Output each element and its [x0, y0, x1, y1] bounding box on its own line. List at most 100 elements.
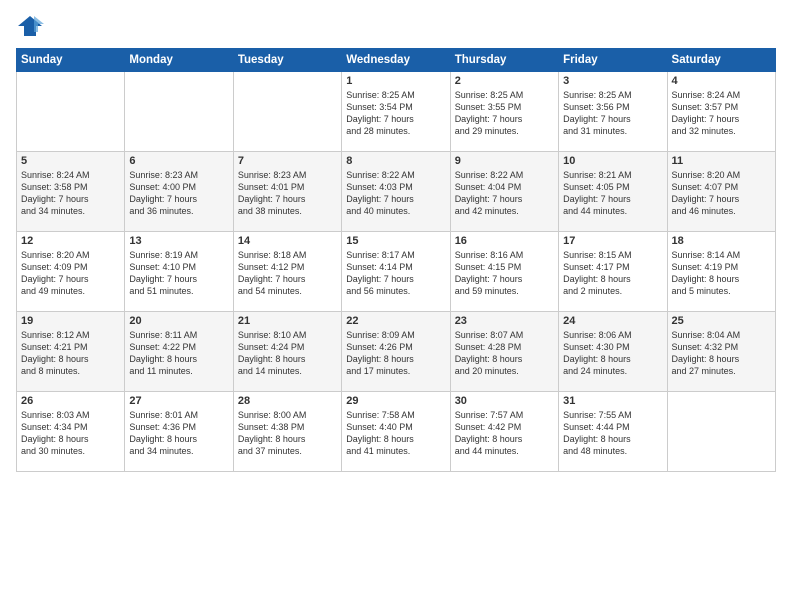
- day-number: 6: [129, 155, 228, 167]
- calendar-cell: 10 Sunrise: 8:21 AM Sunset: 4:05 PM Dayli…: [559, 152, 667, 232]
- calendar-cell: 12 Sunrise: 8:20 AM Sunset: 4:09 PM Dayli…: [17, 232, 125, 312]
- day-number: 7: [238, 155, 337, 167]
- day-number: 26: [21, 395, 120, 407]
- day-info: Sunrise: 8:17 AM Sunset: 4:14 PM Dayligh…: [346, 249, 445, 298]
- day-number: 4: [672, 75, 771, 87]
- calendar-cell: 28 Sunrise: 8:00 AM Sunset: 4:38 PM Dayli…: [233, 392, 341, 472]
- day-info: Sunrise: 8:01 AM Sunset: 4:36 PM Dayligh…: [129, 409, 228, 458]
- calendar-cell: [125, 72, 233, 152]
- day-info: Sunrise: 8:06 AM Sunset: 4:30 PM Dayligh…: [563, 329, 662, 378]
- day-number: 22: [346, 315, 445, 327]
- calendar-cell: 21 Sunrise: 8:10 AM Sunset: 4:24 PM Dayli…: [233, 312, 341, 392]
- calendar-cell: 31Sunrise: 7:55 AM Sunset: 4:44 PM Dayli…: [559, 392, 667, 472]
- day-info: Sunrise: 8:16 AM Sunset: 4:15 PM Dayligh…: [455, 249, 554, 298]
- day-info: Sunrise: 8:12 AM Sunset: 4:21 PM Dayligh…: [21, 329, 120, 378]
- calendar-cell: 1Sunrise: 8:25 AM Sunset: 3:54 PM Daylig…: [342, 72, 450, 152]
- weekday-header: Wednesday: [342, 49, 450, 72]
- day-info: Sunrise: 8:15 AM Sunset: 4:17 PM Dayligh…: [563, 249, 662, 298]
- calendar-row: 26 Sunrise: 8:03 AM Sunset: 4:34 PM Dayli…: [17, 392, 776, 472]
- calendar-cell: 6 Sunrise: 8:23 AM Sunset: 4:00 PM Daylig…: [125, 152, 233, 232]
- calendar-cell: [17, 72, 125, 152]
- day-info: Sunrise: 8:21 AM Sunset: 4:05 PM Dayligh…: [563, 169, 662, 218]
- weekday-header: Friday: [559, 49, 667, 72]
- calendar-cell: 22 Sunrise: 8:09 AM Sunset: 4:26 PM Dayli…: [342, 312, 450, 392]
- day-number: 24: [563, 315, 662, 327]
- calendar-table: SundayMondayTuesdayWednesdayThursdayFrid…: [16, 48, 776, 472]
- day-info: Sunrise: 8:00 AM Sunset: 4:38 PM Dayligh…: [238, 409, 337, 458]
- day-number: 17: [563, 235, 662, 247]
- day-number: 5: [21, 155, 120, 167]
- calendar-row: 19 Sunrise: 8:12 AM Sunset: 4:21 PM Dayli…: [17, 312, 776, 392]
- calendar-cell: [233, 72, 341, 152]
- weekday-header-row: SundayMondayTuesdayWednesdayThursdayFrid…: [17, 49, 776, 72]
- day-number: 15: [346, 235, 445, 247]
- day-info: Sunrise: 8:25 AM Sunset: 3:55 PM Dayligh…: [455, 89, 554, 138]
- day-number: 14: [238, 235, 337, 247]
- day-info: Sunrise: 8:18 AM Sunset: 4:12 PM Dayligh…: [238, 249, 337, 298]
- calendar-cell: 3 Sunrise: 8:25 AM Sunset: 3:56 PM Daylig…: [559, 72, 667, 152]
- day-number: 20: [129, 315, 228, 327]
- calendar-cell: 18Sunrise: 8:14 AM Sunset: 4:19 PM Dayli…: [667, 232, 775, 312]
- day-number: 16: [455, 235, 554, 247]
- day-number: 28: [238, 395, 337, 407]
- day-info: Sunrise: 8:03 AM Sunset: 4:34 PM Dayligh…: [21, 409, 120, 458]
- calendar-row: 5 Sunrise: 8:24 AM Sunset: 3:58 PM Daylig…: [17, 152, 776, 232]
- calendar-cell: 5 Sunrise: 8:24 AM Sunset: 3:58 PM Daylig…: [17, 152, 125, 232]
- weekday-header: Tuesday: [233, 49, 341, 72]
- calendar-cell: 30Sunrise: 7:57 AM Sunset: 4:42 PM Dayli…: [450, 392, 558, 472]
- day-info: Sunrise: 8:10 AM Sunset: 4:24 PM Dayligh…: [238, 329, 337, 378]
- day-number: 8: [346, 155, 445, 167]
- calendar-cell: 24 Sunrise: 8:06 AM Sunset: 4:30 PM Dayli…: [559, 312, 667, 392]
- day-number: 9: [455, 155, 554, 167]
- calendar-cell: 4Sunrise: 8:24 AM Sunset: 3:57 PM Daylig…: [667, 72, 775, 152]
- logo-icon: [16, 12, 44, 40]
- day-number: 31: [563, 395, 662, 407]
- day-info: Sunrise: 8:19 AM Sunset: 4:10 PM Dayligh…: [129, 249, 228, 298]
- calendar-cell: 20 Sunrise: 8:11 AM Sunset: 4:22 PM Dayli…: [125, 312, 233, 392]
- day-number: 25: [672, 315, 771, 327]
- weekday-header: Saturday: [667, 49, 775, 72]
- day-number: 27: [129, 395, 228, 407]
- day-info: Sunrise: 8:07 AM Sunset: 4:28 PM Dayligh…: [455, 329, 554, 378]
- weekday-header: Thursday: [450, 49, 558, 72]
- calendar-cell: 8 Sunrise: 8:22 AM Sunset: 4:03 PM Daylig…: [342, 152, 450, 232]
- day-info: Sunrise: 8:22 AM Sunset: 4:03 PM Dayligh…: [346, 169, 445, 218]
- day-info: Sunrise: 8:24 AM Sunset: 3:58 PM Dayligh…: [21, 169, 120, 218]
- calendar-cell: 25Sunrise: 8:04 AM Sunset: 4:32 PM Dayli…: [667, 312, 775, 392]
- calendar-cell: 16 Sunrise: 8:16 AM Sunset: 4:15 PM Dayli…: [450, 232, 558, 312]
- calendar-cell: 15 Sunrise: 8:17 AM Sunset: 4:14 PM Dayli…: [342, 232, 450, 312]
- calendar-cell: 29 Sunrise: 7:58 AM Sunset: 4:40 PM Dayli…: [342, 392, 450, 472]
- calendar-cell: 9 Sunrise: 8:22 AM Sunset: 4:04 PM Daylig…: [450, 152, 558, 232]
- day-info: Sunrise: 8:09 AM Sunset: 4:26 PM Dayligh…: [346, 329, 445, 378]
- day-number: 18: [672, 235, 771, 247]
- day-info: Sunrise: 8:23 AM Sunset: 4:01 PM Dayligh…: [238, 169, 337, 218]
- day-number: 12: [21, 235, 120, 247]
- calendar-cell: [667, 392, 775, 472]
- day-number: 1: [346, 75, 445, 87]
- day-number: 29: [346, 395, 445, 407]
- day-info: Sunrise: 8:20 AM Sunset: 4:09 PM Dayligh…: [21, 249, 120, 298]
- day-number: 19: [21, 315, 120, 327]
- calendar-cell: 17 Sunrise: 8:15 AM Sunset: 4:17 PM Dayli…: [559, 232, 667, 312]
- day-info: Sunrise: 8:11 AM Sunset: 4:22 PM Dayligh…: [129, 329, 228, 378]
- calendar-row: 12 Sunrise: 8:20 AM Sunset: 4:09 PM Dayli…: [17, 232, 776, 312]
- calendar-cell: 11 Sunrise: 8:20 AM Sunset: 4:07 PM Dayli…: [667, 152, 775, 232]
- day-number: 11: [672, 155, 771, 167]
- day-number: 23: [455, 315, 554, 327]
- day-info: Sunrise: 7:58 AM Sunset: 4:40 PM Dayligh…: [346, 409, 445, 458]
- day-info: Sunrise: 8:20 AM Sunset: 4:07 PM Dayligh…: [672, 169, 771, 218]
- day-number: 13: [129, 235, 228, 247]
- calendar-cell: 19 Sunrise: 8:12 AM Sunset: 4:21 PM Dayli…: [17, 312, 125, 392]
- day-number: 10: [563, 155, 662, 167]
- day-info: Sunrise: 8:23 AM Sunset: 4:00 PM Dayligh…: [129, 169, 228, 218]
- calendar-cell: 14 Sunrise: 8:18 AM Sunset: 4:12 PM Dayli…: [233, 232, 341, 312]
- day-info: Sunrise: 8:22 AM Sunset: 4:04 PM Dayligh…: [455, 169, 554, 218]
- calendar-cell: 27 Sunrise: 8:01 AM Sunset: 4:36 PM Dayli…: [125, 392, 233, 472]
- day-number: 21: [238, 315, 337, 327]
- weekday-header: Monday: [125, 49, 233, 72]
- day-number: 3: [563, 75, 662, 87]
- calendar-cell: 13 Sunrise: 8:19 AM Sunset: 4:10 PM Dayli…: [125, 232, 233, 312]
- day-number: 2: [455, 75, 554, 87]
- day-info: Sunrise: 8:25 AM Sunset: 3:56 PM Dayligh…: [563, 89, 662, 138]
- calendar-cell: 2 Sunrise: 8:25 AM Sunset: 3:55 PM Daylig…: [450, 72, 558, 152]
